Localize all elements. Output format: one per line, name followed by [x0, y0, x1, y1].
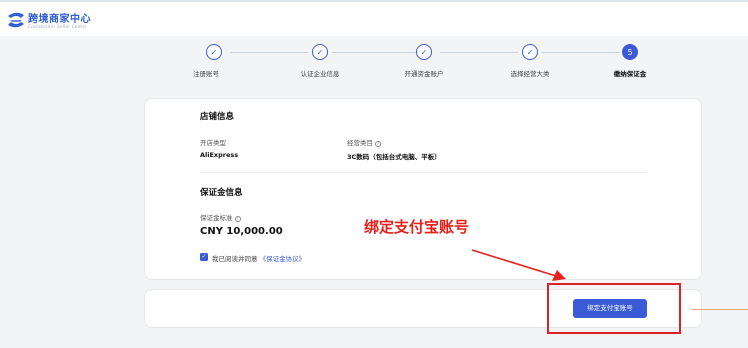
shop-type-label: 开店类型 — [200, 139, 226, 147]
brand-logo-icon[interactable] — [6, 11, 26, 29]
step-number: 5 — [622, 44, 638, 60]
annotation-text: 绑定支付宝账号 — [364, 218, 470, 236]
agreement-checkbox[interactable]: ✓ — [200, 253, 208, 261]
app-title[interactable]: 跨境商家中心 — [28, 10, 91, 25]
shop-type-value: AliExpress — [200, 151, 239, 159]
agreement-prefix: 我已阅读并同意 — [212, 255, 258, 263]
agreement-link[interactable]: 《保证金协议》 — [260, 255, 306, 263]
help-icon[interactable]: ? — [375, 141, 381, 147]
deposit-standard-label: 保证金标准? — [200, 212, 241, 222]
check-icon: ✓ — [522, 44, 538, 60]
category-label-text: 经营类目 — [347, 139, 373, 147]
help-icon[interactable]: ? — [234, 216, 241, 222]
step-label: 开通资金账户 — [404, 70, 444, 78]
bind-alipay-button[interactable]: 绑定支付宝账号 — [573, 299, 647, 318]
top-bar: 跨境商家中心 Crossborder Seller Center — [0, 0, 748, 36]
deposit-info-title: 保证金信息 — [200, 188, 243, 198]
annotation-arrow-icon — [471, 249, 566, 281]
category-value: 3C数码（包括台式电脑、平板） — [347, 153, 441, 161]
category-label: 经营类目? — [347, 137, 381, 147]
step-label: 选择经营大类 — [510, 70, 550, 78]
check-icon: ✓ — [206, 44, 222, 60]
side-decoration-line — [692, 309, 748, 310]
agreement-text: 我已阅读并同意 《保证金协议》 — [212, 253, 305, 263]
check-icon: ✓ — [312, 44, 328, 60]
step-verify-company: ✓ 认证企业信息 — [280, 44, 360, 78]
step-pay-deposit: 5 缴纳保证金 — [590, 44, 670, 78]
check-icon: ✓ — [416, 44, 432, 60]
step-label: 注册账号 — [193, 70, 219, 78]
step-select-category: ✓ 选择经营大类 — [490, 44, 570, 78]
progress-steps: ✓ 注册账号 ✓ 认证企业信息 ✓ 开通资金账户 ✓ 选择经营大类 5 缴纳保证… — [0, 36, 748, 96]
step-label: 缴纳保证金 — [613, 70, 647, 78]
store-info-title: 店铺信息 — [200, 112, 235, 122]
divider — [200, 172, 646, 173]
app-subtitle: Crossborder Seller Center — [28, 24, 88, 29]
deposit-amount: CNY 10,000.00 — [200, 226, 283, 237]
step-label: 认证企业信息 — [300, 70, 340, 78]
step-open-fund-account: ✓ 开通资金账户 — [384, 44, 464, 78]
step-register-account: ✓ 注册账号 — [174, 44, 254, 78]
deposit-standard-label-text: 保证金标准 — [200, 214, 233, 222]
